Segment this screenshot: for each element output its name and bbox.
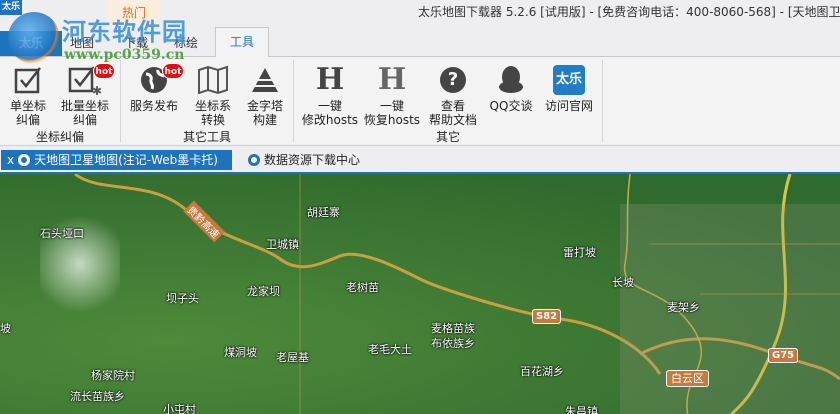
- ribbon: 单坐标 纠偏 ✱ hot 批量坐标 纠偏 hot 服务发布 坐标系 转换 金字塔 构建 H…: [0, 57, 840, 146]
- close-tab-icon[interactable]: x: [7, 153, 14, 167]
- map-label: 流长苗族乡: [70, 390, 125, 403]
- doc-tab-satellite-map[interactable]: x 天地图卫星地图(注记-Web墨卡托): [1, 150, 232, 170]
- hosts-icon: H: [315, 62, 345, 97]
- qq-chat-button[interactable]: QQ交谈: [481, 57, 541, 113]
- tab-ring-icon: [18, 154, 31, 166]
- app-logo: 太乐: [0, 0, 22, 15]
- map-label: 朱昌镇: [565, 405, 598, 414]
- batch-coord-correct-button[interactable]: ✱ hot 批量坐标 纠偏: [55, 57, 115, 127]
- hot-badge: hot: [93, 63, 115, 79]
- watermark-name: 河东软件园: [62, 18, 187, 46]
- map-label: 胡廷寨: [307, 206, 340, 219]
- hot-badge: hot: [162, 63, 184, 79]
- map-label: 小屯村: [163, 403, 196, 414]
- map-label: 杨家院村: [91, 369, 135, 382]
- map-label: 布依族乡: [431, 337, 475, 350]
- service-publish-button[interactable]: hot 服务发布: [124, 57, 184, 113]
- help-icon: ?: [423, 61, 483, 99]
- restore-hosts-button[interactable]: H 一键 恢复hosts: [362, 57, 422, 128]
- map-label: 麦格苗族: [431, 322, 475, 335]
- map-label: 麦架乡: [667, 301, 700, 314]
- tab-tools[interactable]: 工具: [215, 27, 269, 57]
- map-label: 老屋基: [276, 351, 309, 364]
- road-shield: G75: [768, 348, 799, 363]
- map-label: 卫城镇: [266, 238, 299, 251]
- map-label: 龙家坝: [247, 285, 280, 298]
- map-icon: [183, 61, 243, 99]
- visit-website-button[interactable]: 太乐 访问官网: [539, 57, 599, 113]
- urban-area: [620, 204, 840, 414]
- single-coord-correct-button[interactable]: 单坐标 纠偏: [0, 57, 58, 127]
- watermark-logo-icon: [8, 12, 60, 64]
- cloud: [40, 194, 120, 334]
- separator: [120, 60, 121, 142]
- separator: [602, 60, 603, 142]
- document-tabs: x 天地图卫星地图(注记-Web墨卡托) 数据资源下载中心: [0, 147, 840, 172]
- qq-icon: [481, 61, 541, 99]
- pyramid-icon: [235, 61, 295, 99]
- website-icon: 太乐: [539, 61, 599, 99]
- batch-checkbox-icon: ✱ hot: [55, 61, 115, 99]
- map-label: 老毛大土: [368, 343, 412, 356]
- map-label: 煤洞坡: [224, 346, 257, 359]
- pyramid-build-button[interactable]: 金字塔 构建: [235, 57, 295, 127]
- checkbox-icon: [0, 61, 58, 99]
- help-docs-button[interactable]: ? 查看 帮助文档: [423, 57, 483, 127]
- map-label: 百花湖乡: [520, 365, 564, 378]
- window-title: 太乐地图下载器 5.2.6 [试用版] - [免费咨询电话：400-8060-5…: [418, 5, 840, 19]
- svg-text:✱: ✱: [92, 84, 102, 95]
- watermark-url: www.pc0359.cn: [64, 47, 185, 63]
- doc-tab-download-center[interactable]: 数据资源下载中心: [244, 150, 384, 170]
- coord-convert-button[interactable]: 坐标系 转换: [183, 57, 243, 127]
- map-label: 雷打坡: [563, 246, 596, 259]
- modify-hosts-button[interactable]: H 一键 修改hosts: [300, 57, 360, 128]
- map-label: 坝子头: [166, 292, 199, 305]
- map-view[interactable]: 胡廷寨 石头垭口 卫城镇 龙家坝 老树苗 坝子头 煤洞坡 老屋基 老毛大土 杨家…: [0, 172, 840, 414]
- group-label: 其它: [435, 130, 460, 144]
- road-shield: S82: [532, 309, 562, 324]
- map-label: 石头垭口: [40, 227, 84, 240]
- group-label: 坐标纠偏: [35, 130, 84, 144]
- globe-icon: hot: [124, 61, 184, 99]
- map-label: 坡: [0, 322, 11, 335]
- map-label: 老树苗: [346, 281, 379, 294]
- map-label: 长坡: [612, 276, 634, 289]
- district-label: 白云区: [666, 370, 709, 387]
- group-label: 其它工具: [182, 130, 231, 144]
- hosts-restore-icon: H: [377, 62, 407, 97]
- separator: [293, 60, 294, 142]
- tab-ring-icon: [248, 154, 260, 166]
